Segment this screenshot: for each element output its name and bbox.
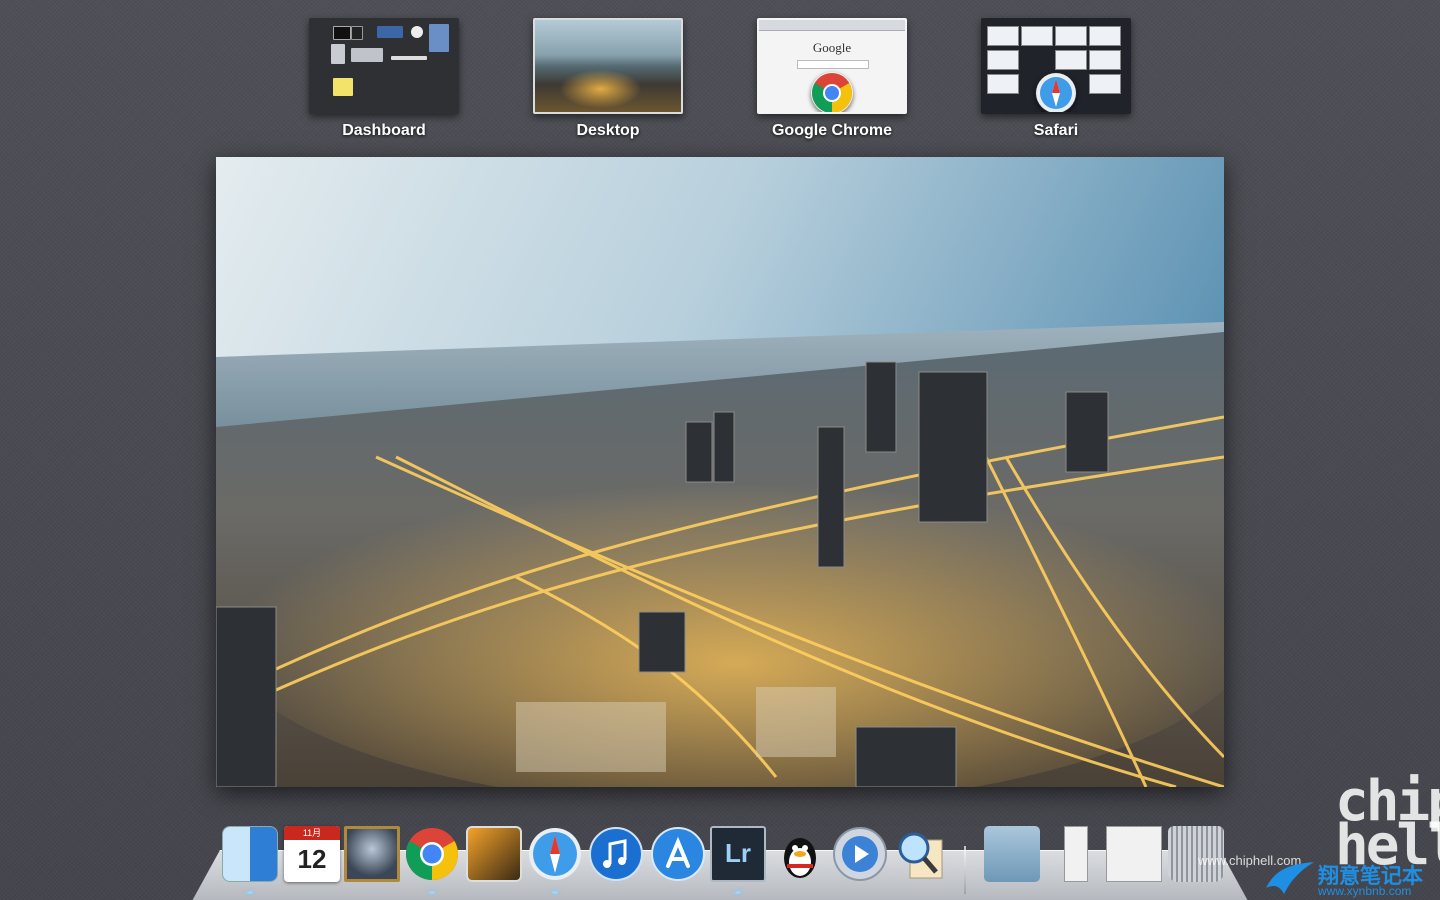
iphoto-icon bbox=[466, 826, 522, 882]
space-desktop[interactable]: Desktop bbox=[533, 18, 683, 140]
downloads-folder-icon bbox=[984, 826, 1040, 882]
dock-finder[interactable] bbox=[222, 826, 278, 894]
lightroom-icon: Lr bbox=[710, 826, 766, 882]
chrome-tab-bar bbox=[759, 20, 905, 31]
chiphell-watermark: chip hell bbox=[1335, 769, 1440, 878]
dock-calendar[interactable]: 11月 12 bbox=[284, 826, 340, 882]
app-store-icon bbox=[651, 827, 705, 881]
desktop-thumbnail[interactable] bbox=[533, 18, 683, 114]
running-indicator bbox=[552, 891, 558, 894]
dock-quicktime[interactable] bbox=[832, 826, 888, 882]
dock-app-store[interactable] bbox=[650, 826, 706, 882]
quicktime-icon bbox=[833, 827, 887, 881]
itunes-icon bbox=[589, 827, 643, 881]
safari-window-thumbnail[interactable] bbox=[981, 18, 1131, 114]
dock-downloads-folder[interactable] bbox=[984, 826, 1040, 882]
finder-icon bbox=[222, 826, 278, 882]
xynbnb-url-watermark: www.xynbnb.com bbox=[1318, 884, 1412, 898]
space-google-chrome[interactable]: Google Google Chrome bbox=[757, 18, 907, 140]
calendar-month: 11月 bbox=[284, 826, 340, 840]
dock-qq-stack[interactable] bbox=[1050, 826, 1106, 882]
space-label: Dashboard bbox=[342, 122, 426, 139]
dashboard-thumbnail[interactable] bbox=[309, 18, 459, 114]
chrome-window-thumbnail[interactable]: Google bbox=[757, 18, 907, 114]
dock-separator bbox=[964, 846, 966, 894]
preview-icon bbox=[898, 832, 943, 879]
dubai-cityscape-wallpaper bbox=[216, 157, 1224, 787]
dock-iphoto[interactable] bbox=[466, 826, 522, 882]
running-indicator bbox=[735, 891, 741, 894]
space-safari[interactable]: Safari bbox=[981, 18, 1131, 140]
dock-warcraft[interactable] bbox=[344, 826, 400, 882]
qq-stack-icon bbox=[1064, 826, 1088, 882]
document-stack-icon bbox=[1106, 826, 1162, 882]
dock-lightroom[interactable]: Lr bbox=[710, 826, 766, 894]
google-search-box bbox=[797, 60, 869, 69]
safari-icon bbox=[529, 828, 581, 880]
space-label: Safari bbox=[1033, 122, 1079, 139]
qq-icon bbox=[784, 838, 816, 878]
running-indicator bbox=[429, 891, 435, 894]
dock-document-stack[interactable] bbox=[1106, 826, 1162, 882]
space-label: Google Chrome bbox=[771, 122, 892, 139]
safari-icon bbox=[1036, 73, 1076, 112]
chrome-icon bbox=[406, 828, 458, 880]
dock-chrome[interactable] bbox=[404, 826, 460, 894]
google-logo: Google bbox=[812, 40, 852, 55]
calendar-day: 12 bbox=[297, 844, 327, 874]
dock-safari[interactable] bbox=[527, 826, 583, 894]
spaces-bar: Dashboard Desktop Google Google Chrome S… bbox=[0, 0, 1440, 150]
chrome-icon bbox=[812, 73, 852, 112]
warcraft-icon bbox=[344, 826, 400, 882]
space-label: Desktop bbox=[576, 122, 640, 139]
desktop-wallpaper-preview[interactable] bbox=[216, 157, 1224, 787]
running-indicator bbox=[247, 891, 253, 894]
calendar-icon: 11月 12 bbox=[284, 826, 340, 882]
dock-preview[interactable] bbox=[892, 826, 948, 882]
dock-qq[interactable] bbox=[772, 826, 828, 882]
dock-itunes[interactable] bbox=[588, 826, 644, 882]
xynbnb-logo-icon bbox=[1266, 862, 1314, 894]
space-dashboard[interactable]: Dashboard bbox=[309, 18, 459, 140]
